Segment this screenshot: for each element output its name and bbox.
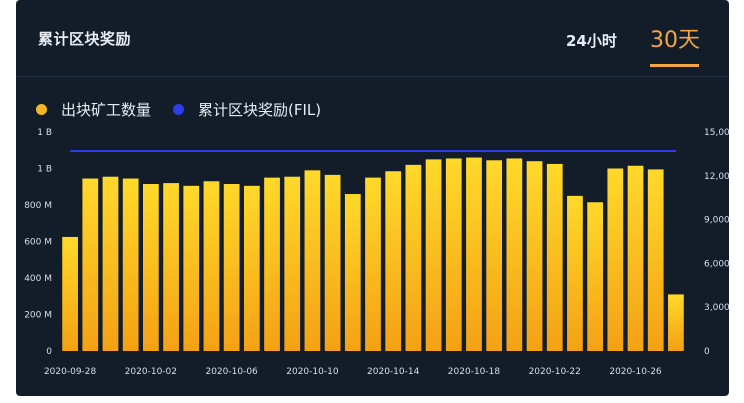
bar <box>243 185 260 351</box>
y-right-tick-label: 12,000 <box>704 172 729 182</box>
bar <box>122 178 139 351</box>
bar <box>344 194 361 351</box>
bar <box>284 176 301 351</box>
bar <box>405 164 422 351</box>
chart-svg: 0 200 M 400 M 600 M 800 M 1 B 1 B 0 3,000 6,000 9… <box>24 128 729 377</box>
y-right-tick-label: 15,000 <box>704 128 729 138</box>
y-left-tick-label: 400 M <box>24 274 52 284</box>
y-left-tick-label: 600 M <box>24 238 52 248</box>
bar <box>223 184 240 351</box>
bar <box>506 158 523 351</box>
y-left-tick-label: 200 M <box>24 311 52 321</box>
bar <box>163 183 179 351</box>
x-tick-label: 2020-10-02 <box>125 367 177 377</box>
bar <box>425 159 442 351</box>
y-right-tick-label: 0 <box>704 347 710 357</box>
bar <box>546 163 563 351</box>
bar <box>82 178 99 351</box>
x-tick-label: 2020-09-28 <box>44 367 97 377</box>
bar <box>324 174 341 351</box>
bar <box>183 185 200 351</box>
bar <box>203 181 220 351</box>
y-right-tick-label: 9,000 <box>704 216 729 226</box>
x-tick-label: 2020-10-10 <box>286 367 339 377</box>
x-tick-label: 2020-10-06 <box>205 367 258 377</box>
bar <box>647 169 664 351</box>
y-left-tick-label: 1 B <box>37 128 52 138</box>
bar <box>102 176 119 351</box>
y-right-tick-label: 3,000 <box>704 303 729 313</box>
y-right-tick-label: 6,000 <box>704 259 729 269</box>
bar <box>668 294 684 351</box>
bar <box>627 165 644 351</box>
bar <box>445 158 462 351</box>
x-tick-label: 2020-10-14 <box>367 367 420 377</box>
bar <box>526 161 543 351</box>
bar <box>466 157 482 351</box>
bar <box>62 236 78 351</box>
y-left-tick-label: 800 M <box>24 201 52 211</box>
y-left-tick-label: 1 B <box>37 165 52 175</box>
y-left-tick-label: 0 <box>46 347 52 357</box>
x-tick-label: 2020-10-22 <box>529 367 581 377</box>
bar <box>142 184 159 351</box>
x-tick-label: 2020-10-18 <box>448 367 501 377</box>
x-tick-label: 2020-10-26 <box>609 367 662 377</box>
bar <box>607 168 624 351</box>
bar <box>385 171 402 351</box>
bar <box>486 160 503 351</box>
bar <box>304 170 321 351</box>
bar <box>264 177 280 351</box>
chart-panel: 累计区块奖励 24小时 30天 出块矿工数量 累计区块奖励(FIL) 0 200 … <box>16 0 729 396</box>
bar <box>587 202 604 351</box>
bar <box>365 177 381 351</box>
bar <box>567 195 583 351</box>
